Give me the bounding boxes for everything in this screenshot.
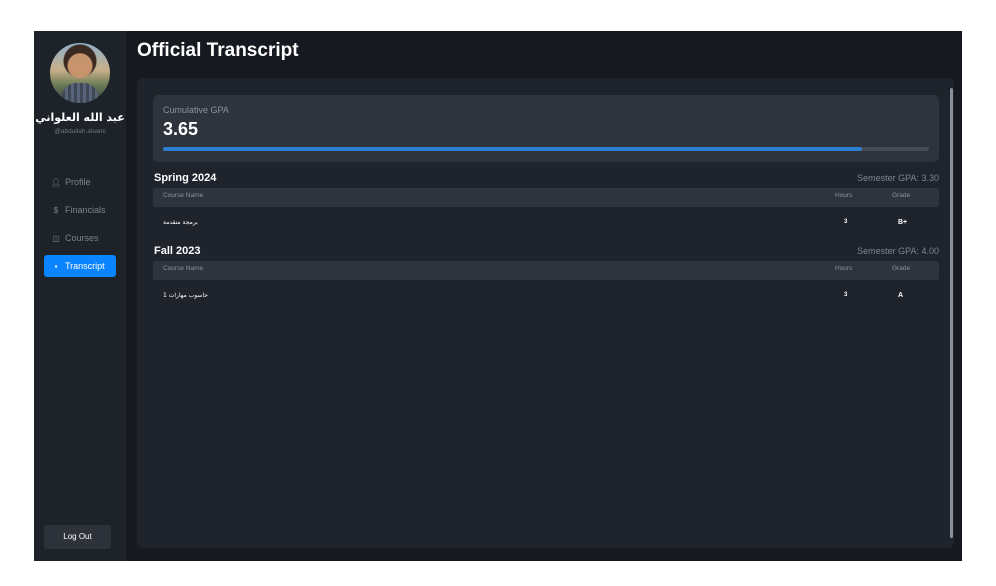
semester-section: Fall 2023 Semester GPA: 4.00 Course Name… bbox=[153, 245, 939, 310]
sidebar-item-courses[interactable]: ◫ Courses bbox=[44, 227, 116, 249]
course-grade: A bbox=[898, 292, 904, 299]
semester-title: Spring 2024 bbox=[154, 172, 217, 184]
sidebar-item-profile[interactable]: 👤︎ Profile bbox=[44, 171, 116, 193]
logout-button[interactable]: Log Out bbox=[44, 525, 111, 549]
semester-gpa: Semester GPA: 4.00 bbox=[857, 246, 939, 256]
page-title: Official Transcript bbox=[137, 40, 299, 61]
column-header-grade: Grade bbox=[892, 192, 911, 199]
column-header-course: Course Name bbox=[163, 192, 204, 199]
semester-title: Fall 2023 bbox=[154, 245, 201, 257]
sidebar-item-label: Profile bbox=[65, 177, 91, 187]
table-header: Course Name Hours Grade bbox=[153, 261, 939, 280]
column-header-course: Course Name bbox=[163, 265, 204, 272]
avatar bbox=[50, 43, 110, 103]
app-window: عبد الله العلواني @abdullah.alwani 👤︎ Pro… bbox=[34, 31, 962, 561]
course-grade: B+ bbox=[898, 219, 908, 226]
transcript-panel: Cumulative GPA 3.65 Spring 2024 Semester… bbox=[137, 78, 954, 548]
table-header: Course Name Hours Grade bbox=[153, 188, 939, 207]
sidebar-nav: 👤︎ Profile $ Financials ◫ Courses ▪ Transcri… bbox=[44, 171, 116, 283]
user-handle: @abdullah.alwani bbox=[54, 128, 106, 135]
column-header-hours: Hours bbox=[835, 265, 853, 272]
sidebar-item-label: Courses bbox=[65, 233, 99, 243]
gpa-progress-fill bbox=[163, 147, 862, 151]
sidebar-item-financials[interactable]: $ Financials bbox=[44, 199, 116, 221]
book-icon: ◫ bbox=[52, 234, 60, 243]
sidebar-item-label: Transcript bbox=[65, 261, 105, 271]
course-hours: 3 bbox=[844, 219, 848, 225]
document-icon: ▪ bbox=[54, 262, 58, 271]
course-name: حاسوب مهارات 1 bbox=[163, 292, 208, 299]
gpa-progress-bar bbox=[163, 147, 929, 151]
sidebar: عبد الله العلواني @abdullah.alwani 👤︎ Pro… bbox=[34, 31, 126, 561]
person-icon: 👤︎ bbox=[50, 178, 62, 187]
table-row: حاسوب مهارات 1 3 A bbox=[153, 280, 939, 310]
table-row: برمجة متقدمة 3 B+ bbox=[153, 207, 939, 237]
column-header-hours: Hours bbox=[835, 192, 853, 199]
sidebar-item-transcript[interactable]: ▪ Transcript bbox=[44, 255, 116, 277]
course-hours: 3 bbox=[844, 292, 848, 298]
cumulative-gpa-card: Cumulative GPA 3.65 bbox=[153, 95, 939, 162]
semester-section: Spring 2024 Semester GPA: 3.30 Course Na… bbox=[153, 172, 939, 237]
dollar-icon: $ bbox=[53, 206, 59, 215]
column-header-grade: Grade bbox=[892, 265, 911, 272]
course-name: برمجة متقدمة bbox=[163, 219, 198, 226]
user-name: عبد الله العلواني bbox=[35, 111, 125, 124]
scrollbar[interactable] bbox=[950, 88, 953, 538]
gpa-value: 3.65 bbox=[163, 119, 199, 139]
sidebar-item-label: Financials bbox=[65, 205, 106, 215]
semester-gpa: Semester GPA: 3.30 bbox=[857, 173, 939, 183]
gpa-label: Cumulative GPA bbox=[163, 105, 229, 115]
